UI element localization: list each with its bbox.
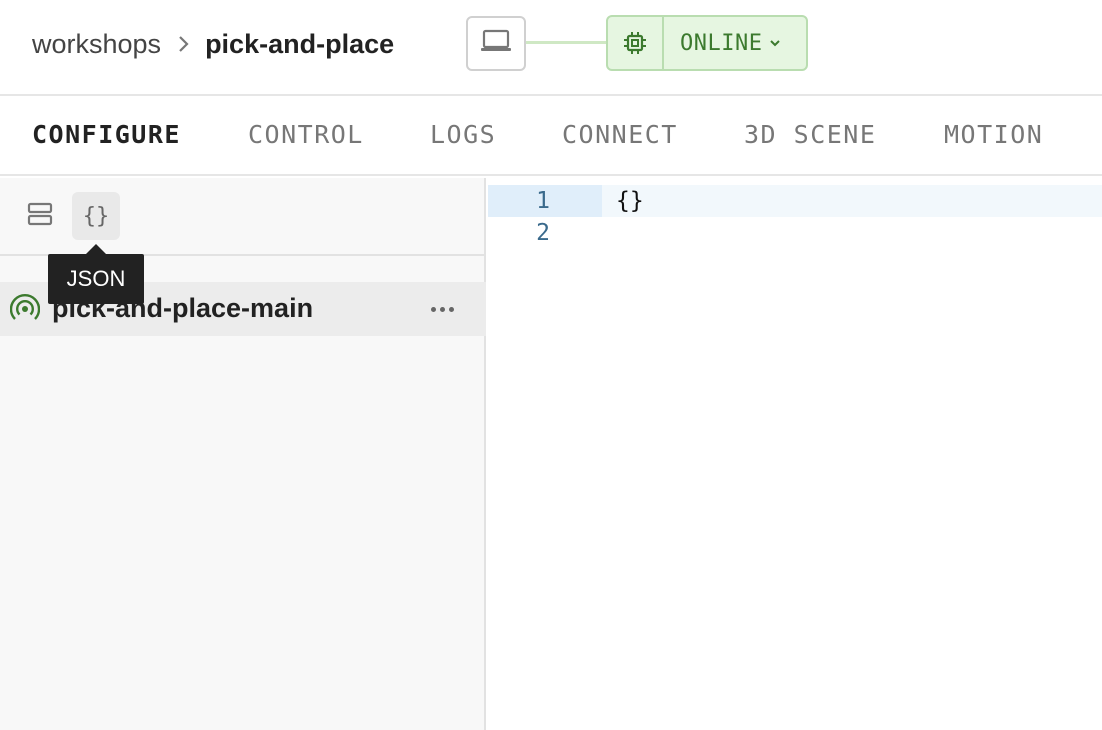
json-braces-icon: {} — [82, 203, 110, 229]
chevron-right-icon — [177, 34, 191, 54]
resource-panel: {} JSON pick-and-place-main — [0, 178, 486, 730]
chip-icon — [608, 17, 664, 69]
tab-connect[interactable]: CONNECT — [562, 120, 678, 149]
builder-view-button[interactable] — [16, 192, 64, 240]
tab-bar: CONFIGURE CONTROL LOGS CONNECT 3D SCENE … — [0, 98, 1102, 176]
status-dropdown[interactable]: ONLINE — [606, 15, 808, 71]
header: workshops pick-and-place ONLINE — [0, 0, 1102, 96]
signal-icon — [9, 294, 41, 324]
tab-motion[interactable]: MOTION — [944, 120, 1043, 149]
laptop-button[interactable] — [466, 16, 526, 71]
breadcrumb-parent-link[interactable]: workshops — [32, 29, 161, 60]
tab-logs[interactable]: LOGS — [430, 120, 496, 149]
view-toolbar: {} — [0, 178, 486, 256]
chevron-down-icon — [768, 38, 782, 48]
line-number: 2 — [536, 220, 550, 246]
code-text: {} — [616, 188, 644, 214]
json-view-button[interactable]: {} — [72, 192, 120, 240]
json-editor[interactable]: 1 {} 2 — [488, 178, 1102, 730]
breadcrumb: workshops pick-and-place — [32, 26, 394, 62]
code-line: 1 {} — [488, 185, 1102, 217]
json-tooltip: JSON — [48, 244, 144, 304]
tab-3d-scene[interactable]: 3D SCENE — [744, 120, 876, 149]
code-line: 2 — [488, 217, 1102, 249]
list-view-icon — [26, 200, 54, 233]
status-label: ONLINE — [664, 17, 806, 69]
line-number: 1 — [488, 185, 602, 217]
tab-configure[interactable]: CONFIGURE — [32, 120, 181, 149]
more-options-icon[interactable] — [424, 296, 460, 322]
tab-control[interactable]: CONTROL — [248, 120, 364, 149]
breadcrumb-current: pick-and-place — [205, 28, 395, 59]
status-text: ONLINE — [680, 30, 763, 56]
connection-line — [526, 41, 607, 44]
laptop-icon — [480, 29, 512, 58]
